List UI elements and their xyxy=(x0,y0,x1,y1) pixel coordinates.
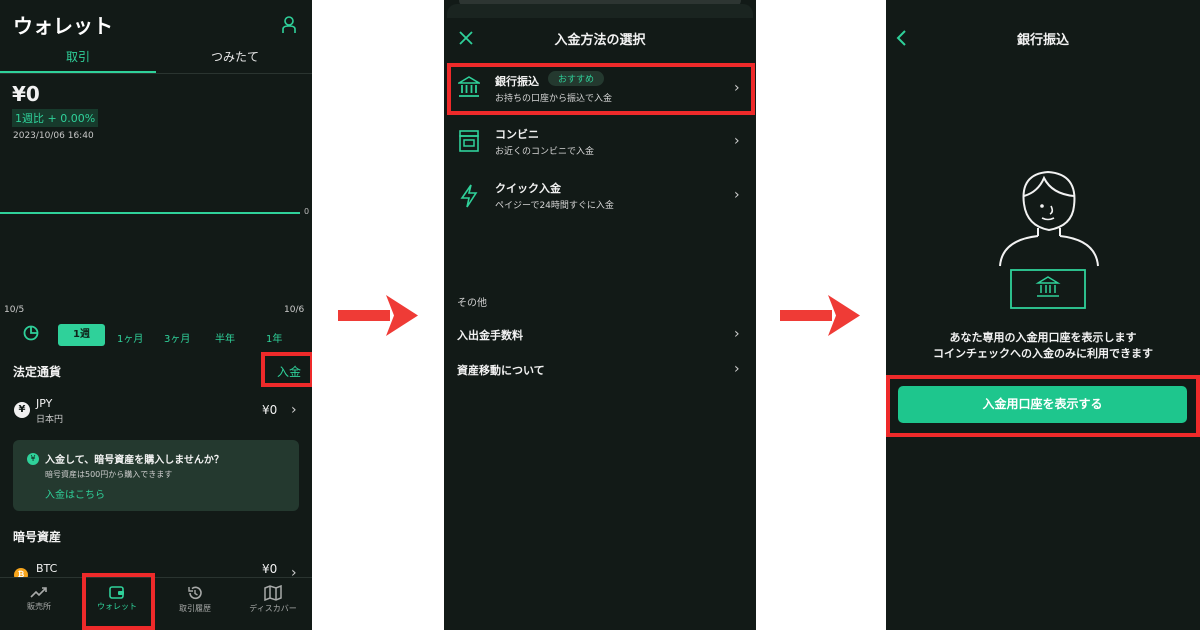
page-title: 銀行振込 xyxy=(1016,33,1069,48)
highlight-box xyxy=(886,375,1200,437)
page-title: 入金方法の選択 xyxy=(554,33,646,48)
chevron-right-icon: › xyxy=(734,326,740,342)
history-icon xyxy=(188,586,202,600)
period-1m[interactable]: 1ヶ月 xyxy=(117,330,143,345)
highlight-box xyxy=(447,63,755,115)
option-title: コンビニ xyxy=(495,128,539,141)
highlight-box xyxy=(82,573,155,630)
map-icon xyxy=(264,585,282,601)
period-1y[interactable]: 1年 xyxy=(266,330,282,345)
promo-subtitle: 暗号資産は500円から購入できます xyxy=(45,470,173,479)
info-line-2: コインチェックへの入金のみに利用できます xyxy=(933,347,1153,360)
lightning-icon xyxy=(458,184,480,212)
nav-exchange[interactable]: 販売所 xyxy=(0,578,78,630)
tab-bar: 取引 つみたて xyxy=(0,44,312,74)
nav-history[interactable]: 取引履歴 xyxy=(156,578,234,630)
tab-savings[interactable]: つみたて xyxy=(211,48,259,65)
jpy-value: ¥0 xyxy=(262,403,278,417)
chart-date-start: 10/5 xyxy=(4,305,25,315)
option-title: クイック入金 xyxy=(495,182,561,195)
deposit-method-screen: 入金方法の選択 銀行振込 おすすめ お持ちの口座から振込で入金 › コンビニ お… xyxy=(444,0,756,630)
highlight-box xyxy=(261,352,312,387)
chevron-right-icon: › xyxy=(734,187,740,203)
btc-code: BTC xyxy=(36,562,58,575)
yen-circle-icon: ¥ xyxy=(27,453,39,465)
fiat-heading: 法定通貨 xyxy=(13,365,62,379)
crypto-heading: 暗号資産 xyxy=(13,530,62,544)
store-icon xyxy=(458,130,480,156)
nav-label: 販売所 xyxy=(27,602,51,611)
chevron-right-icon[interactable]: › xyxy=(291,402,297,418)
nav-label: 取引履歴 xyxy=(179,604,211,613)
chart-line xyxy=(0,212,300,214)
sheet-top xyxy=(447,4,753,18)
bank-transfer-screen: 銀行振込 あなた専用の入金用口座を表示します コインチェックへの入金のみに利用で… xyxy=(886,0,1200,630)
chart-zero-label: 0 xyxy=(304,207,310,216)
jpy-code: JPY xyxy=(36,397,53,410)
period-3m[interactable]: 3ヶ月 xyxy=(164,330,190,345)
trending-up-icon xyxy=(30,587,47,598)
option-subtitle: ペイジーで24時間すぐに入金 xyxy=(495,201,614,211)
option-subtitle: お近くのコンビニで入金 xyxy=(495,147,595,157)
pie-chart-icon[interactable] xyxy=(23,325,39,345)
arrow-right-icon xyxy=(338,295,418,341)
total-balance: ¥0 xyxy=(12,82,40,106)
arrow-right-icon xyxy=(780,295,860,341)
info-line-1: あなた専用の入金用口座を表示します xyxy=(949,331,1137,344)
wallet-screen: ウォレット 取引 つみたて ¥0 1週比 + 0.00% 2023/10/06 … xyxy=(0,0,312,630)
page-title: ウォレット xyxy=(13,14,113,38)
link-label: 資産移動について xyxy=(457,364,545,377)
promo-link[interactable]: 入金はこちら xyxy=(45,486,105,501)
promo-title: 入金して、暗号資産を購入しませんか？ xyxy=(45,455,224,466)
promo-card[interactable]: ¥ 入金して、暗号資産を購入しませんか？ 暗号資産は500円から購入できます 入… xyxy=(13,440,299,511)
nav-label: ディスカバー xyxy=(249,604,297,613)
chart-date-end: 10/6 xyxy=(284,305,305,315)
bottom-nav: 販売所 ウォレット 取引履歴 ディスカバー xyxy=(0,577,312,630)
link-label: 入出金手数料 xyxy=(457,329,523,342)
user-icon[interactable] xyxy=(282,16,296,38)
active-tab-indicator xyxy=(0,71,156,73)
weekly-change-badge: 1週比 + 0.00% xyxy=(12,109,99,127)
period-1w[interactable]: 1週 xyxy=(58,324,105,346)
tab-trade[interactable]: 取引 xyxy=(66,48,90,65)
btc-value: ¥0 xyxy=(262,562,278,576)
timestamp: 2023/10/06 16:40 xyxy=(13,131,94,141)
chevron-right-icon: › xyxy=(734,133,740,149)
yen-coin-icon: ¥ xyxy=(14,402,30,418)
other-heading: その他 xyxy=(457,298,487,309)
chevron-right-icon: › xyxy=(734,361,740,377)
person-laptop-illustration xyxy=(994,166,1104,320)
jpy-name: 日本円 xyxy=(36,415,64,425)
nav-discover[interactable]: ディスカバー xyxy=(234,578,312,630)
period-6m[interactable]: 半年 xyxy=(215,330,235,345)
